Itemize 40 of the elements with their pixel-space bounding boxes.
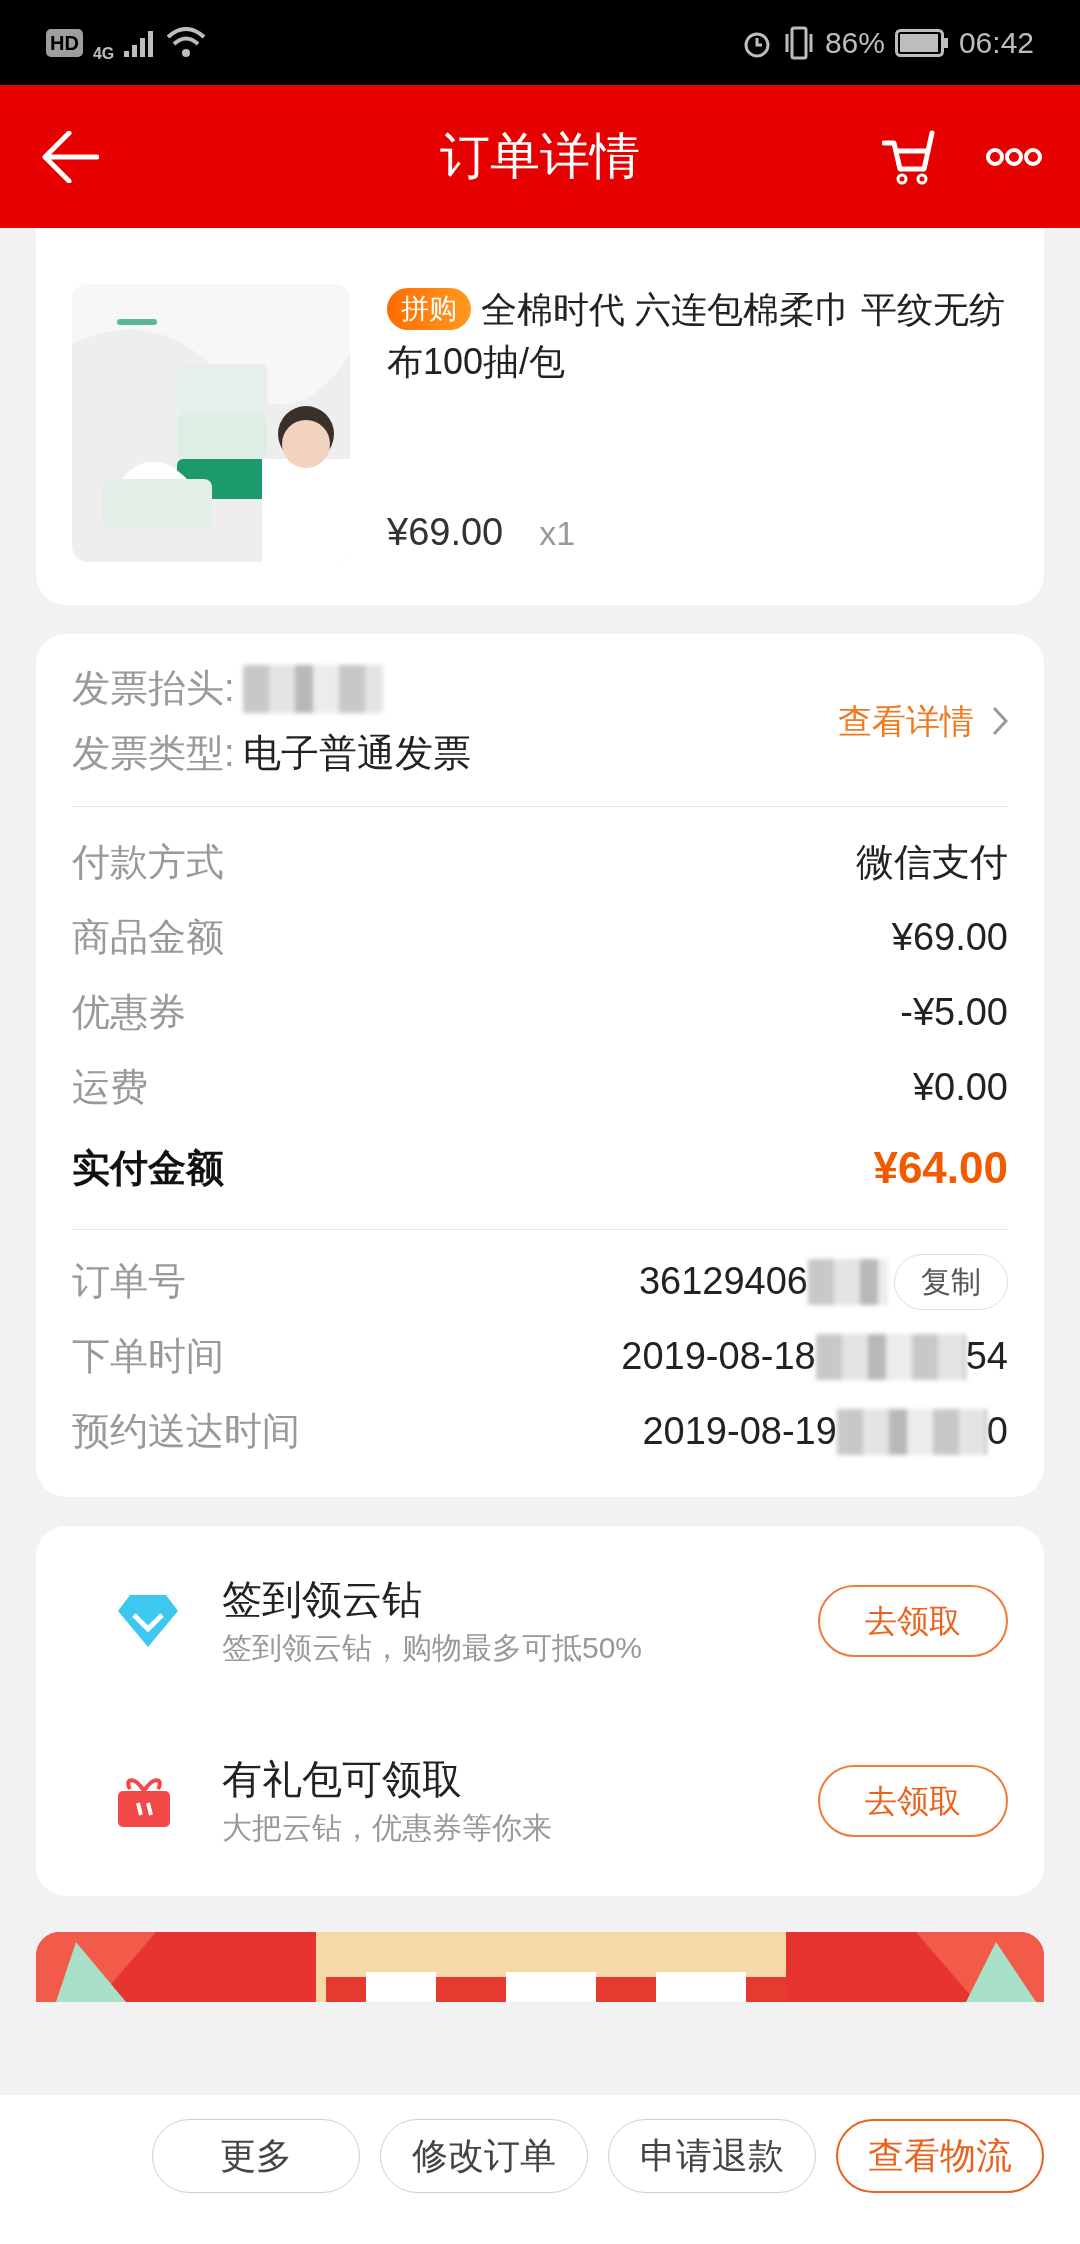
reward-title: 签到领云钻 [222, 1576, 423, 1623]
order-info-value: 2019-08-19 [642, 1409, 837, 1454]
hd-badge: HD [46, 28, 83, 57]
clock: 06:42 [958, 25, 1034, 61]
product-quantity: x1 [539, 513, 576, 554]
payment-label: 运费 [72, 1065, 148, 1110]
order-info-value: 2019-08-18 [621, 1334, 816, 1379]
payment-label: 商品金额 [72, 915, 224, 960]
page-title: 订单详情 [440, 127, 640, 186]
reward-subtitle: 签到领云钻，购物最多可抵50% [222, 1630, 643, 1666]
reward-title: 有礼包可领取 [222, 1756, 463, 1803]
more-button[interactable] [986, 145, 1042, 168]
battery-icon [894, 28, 949, 57]
payment-value: ¥0.00 [912, 1065, 1008, 1110]
more-icon [986, 145, 1042, 168]
payment-label: 实付金额 [72, 1145, 224, 1191]
invoice-type-value: 电子普通发票 [242, 731, 471, 776]
battery-percent: 86% [824, 25, 885, 61]
payment-value: -¥5.00 [900, 990, 1008, 1035]
payment-value: ¥69.00 [891, 915, 1008, 960]
order-info-value: 0 [986, 1409, 1008, 1454]
order-info-value: 36129406 [638, 1259, 808, 1304]
network-label: 4G [92, 43, 115, 64]
product-name: 拼购 全棉时代 六连包棉柔巾 平纹无纺布100抽/包 [387, 287, 1006, 384]
payment-value: 微信支付 [856, 840, 1008, 885]
wifi-icon [166, 26, 207, 59]
order-info-label: 订单号 [72, 1259, 186, 1304]
order-info-label: 预约送达时间 [72, 1409, 300, 1454]
reward-subtitle: 大把云钻，优惠券等你来 [222, 1810, 552, 1846]
back-arrow-icon [41, 130, 99, 183]
payment-label: 优惠券 [72, 990, 186, 1035]
order-info-value: 54 [965, 1334, 1008, 1379]
payment-value: ¥64.00 [873, 1142, 1008, 1194]
diamond-icon [116, 1593, 180, 1649]
product-price: ¥69.00 [387, 510, 504, 555]
invoice-title-label: 发票抬头: [72, 666, 235, 711]
chevron-right-icon [992, 706, 1008, 736]
payment-label: 付款方式 [72, 840, 224, 885]
invoice-type-label: 发票类型: [72, 731, 235, 776]
order-info-label: 下单时间 [72, 1334, 224, 1379]
